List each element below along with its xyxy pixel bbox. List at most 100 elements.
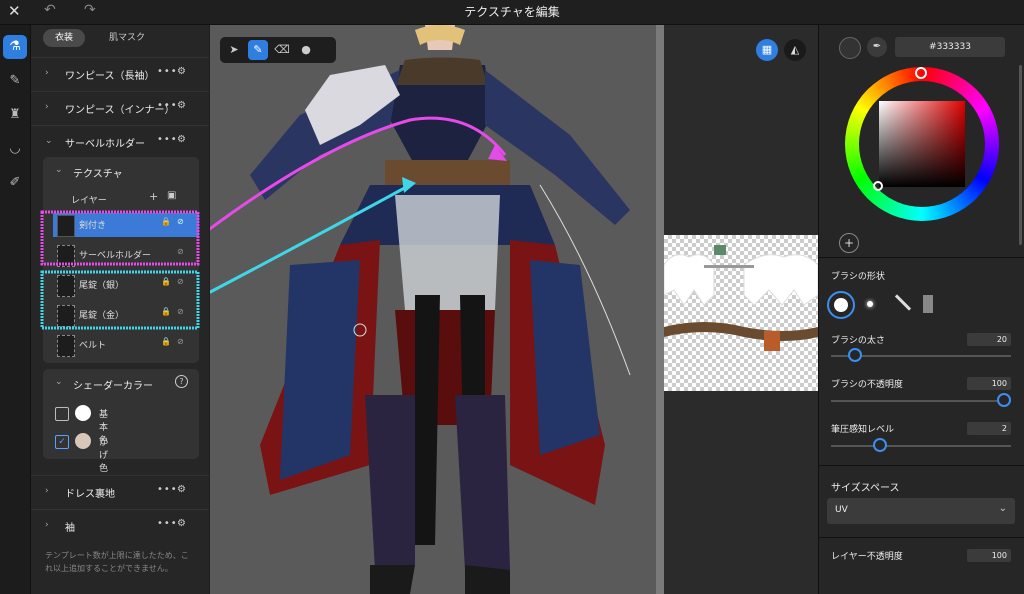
slider-knob[interactable] [847,348,862,362]
uv-preview-pane[interactable]: ▦ ◭ [664,25,818,594]
more-icon[interactable]: ••• [157,134,178,145]
eraser-icon[interactable]: ⌫ [272,40,292,60]
brush-icon[interactable]: ✐ [3,171,27,195]
eye-off-icon[interactable]: ⊘ [177,217,184,226]
brush-opacity-slider[interactable] [831,393,1011,407]
settings-icon[interactable]: ⚙ [177,484,186,495]
checkbox[interactable] [55,407,69,421]
shader-item-label: かげ色 [99,438,109,474]
size-space-select[interactable]: UV ⌄ [827,498,1015,524]
settings-icon[interactable]: ⚙ [177,100,186,111]
select-value: UV [835,505,848,515]
select-cursor-icon[interactable]: ➤ [224,40,244,60]
layer-item[interactable]: 尾錠（金） 🔒 ⊘ [53,303,199,327]
section-onepiece-long[interactable]: › ワンピース（長袖） ••• ⚙ [31,57,209,92]
layer-thumbnail [57,215,75,237]
layer-item[interactable]: 剣付き 🔒 ⊘ [53,213,199,237]
section-onepiece-inner[interactable]: › ワンピース（インナー） ••• ⚙ [31,91,209,126]
color-handle[interactable] [873,181,883,191]
split-divider[interactable] [656,25,664,594]
top-bar: ✕ ↶ ↷ テクスチャを編集 [0,0,1024,25]
mode-tabs: 衣装 肌マスク [43,29,193,47]
divider [819,257,1024,258]
pen-icon[interactable]: ✎ [248,40,268,60]
add-layer-icon[interactable]: + [149,190,158,203]
more-icon[interactable]: ••• [157,518,178,529]
more-icon[interactable]: ••• [157,66,178,77]
saturation-value-square[interactable] [879,101,965,187]
accessory-icon[interactable]: ✎ [3,69,27,93]
add-image-icon[interactable]: ▣ [167,190,176,201]
section-label: サーベルホルダー [65,139,145,150]
paint-toolbar: ➤ ✎ ⌫ ● [220,37,336,63]
tab-skin-mask[interactable]: 肌マスク [95,29,159,47]
brush-round-icon[interactable] [827,291,855,319]
eye-off-icon[interactable]: ⊘ [177,307,184,316]
eye-off-icon[interactable]: ⊘ [177,277,184,286]
add-swatch-icon[interactable]: + [839,233,859,253]
brush-opacity-value[interactable]: 100 [967,377,1011,390]
costume-icon[interactable]: ⚗ [3,35,27,59]
settings-icon[interactable]: ⚙ [177,134,186,145]
section-sleeve[interactable]: › 袖 ••• ⚙ [31,509,209,544]
color-swatch[interactable] [75,405,91,421]
brush-size-slider[interactable] [831,348,1011,362]
layer-name: 尾錠（銀） [79,281,125,291]
hue-handle[interactable] [915,67,927,79]
brush-texture-icon[interactable] [923,295,933,313]
pressure-slider[interactable] [831,438,1011,452]
layer-item[interactable]: サーベルホルダー ⊘ [53,243,199,267]
chevron-down-icon: ⌄ [55,165,63,175]
texture-label: テクスチャ [73,169,123,180]
more-icon[interactable]: ••• [157,100,178,111]
eyedropper-icon[interactable]: ✒ [867,37,887,57]
shield-icon[interactable]: ◡ [3,137,27,161]
layer-item[interactable]: 尾錠（銀） 🔒 ⊘ [53,273,199,297]
layer-thumbnail [57,335,75,357]
help-icon[interactable]: ? [175,375,188,388]
color-wheel[interactable] [845,67,999,221]
brush-shape-label: ブラシの形状 [831,272,885,282]
eye-off-icon[interactable]: ⊘ [177,337,184,346]
brush-soft-icon[interactable] [867,301,873,307]
fill-drop-icon[interactable]: ● [296,40,316,60]
mirror-icon[interactable]: ◭ [784,39,806,61]
3d-viewport[interactable]: ➤ ✎ ⌫ ● [210,25,656,594]
layer-opacity-value[interactable]: 100 [967,549,1011,562]
chevron-right-icon: › [45,520,49,530]
section-dress-lining[interactable]: › ドレス裏地 ••• ⚙ [31,475,209,510]
slider-knob[interactable] [997,393,1011,407]
lock-icon[interactable]: 🔒 [161,307,171,316]
brush-line-icon[interactable] [894,294,912,311]
shirt-icon[interactable]: ♜ [3,103,27,127]
current-color-swatch[interactable] [839,37,861,59]
settings-icon[interactable]: ⚙ [177,518,186,529]
layer-thumbnail [57,245,75,267]
color-swatch[interactable] [75,433,91,449]
settings-icon[interactable]: ⚙ [177,66,186,77]
right-scrollbar[interactable] [1019,65,1022,245]
section-label: ドレス裏地 [65,489,115,500]
divider [819,465,1024,466]
lock-icon[interactable]: 🔒 [161,217,171,226]
pressure-value[interactable]: 2 [967,422,1011,435]
layer-thumbnail [57,275,75,297]
section-label: 袖 [65,523,75,534]
tab-costume[interactable]: 衣装 [43,29,85,47]
lock-icon[interactable]: 🔒 [161,277,171,286]
hex-input[interactable]: #333333 [895,37,1005,57]
brush-size-value[interactable]: 20 [967,333,1011,346]
section-saber-holder[interactable]: ⌄ サーベルホルダー ••• ⚙ [31,125,209,160]
grid-view-icon[interactable]: ▦ [756,39,778,61]
layers-label: レイヤー [71,196,107,206]
more-icon[interactable]: ••• [157,484,178,495]
chevron-down-icon: ⌄ [45,136,53,146]
layer-item[interactable]: ベルト 🔒 ⊘ [53,333,199,357]
pressure-label: 筆圧感知レベル [831,425,895,435]
shader-label: シェーダーカラー [73,381,153,392]
checkbox[interactable]: ✓ [55,435,69,449]
slider-knob[interactable] [872,438,887,452]
lock-icon[interactable]: 🔒 [161,337,171,346]
uv-texture-canvas[interactable] [664,235,818,391]
eye-off-icon[interactable]: ⊘ [177,247,184,256]
